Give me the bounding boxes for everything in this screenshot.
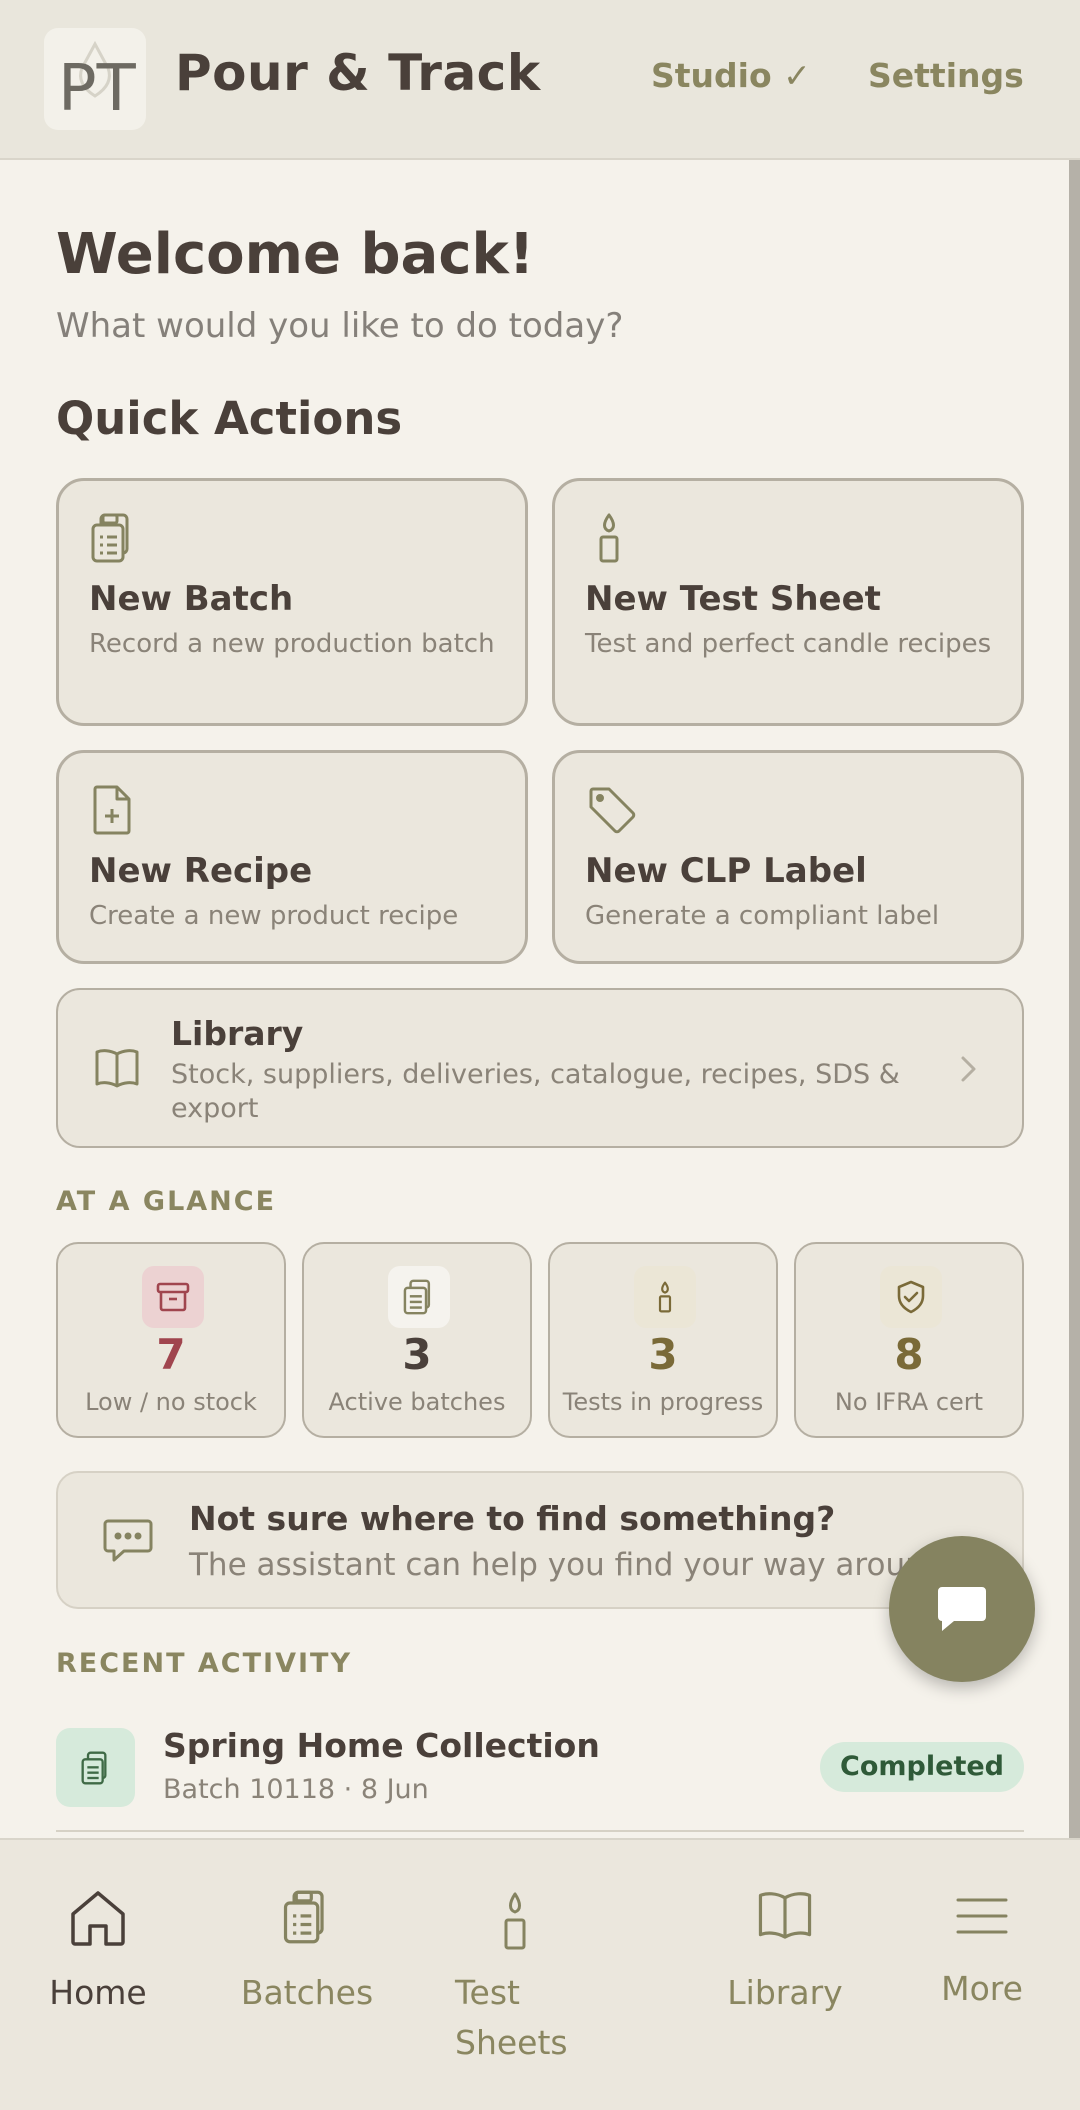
- card-desc: Generate a compliant label: [585, 901, 940, 931]
- app-title: Pour & Track: [175, 44, 541, 102]
- stat-value: 7: [156, 1330, 186, 1379]
- card-title: New CLP Label: [585, 851, 867, 891]
- chat-icon: [938, 1587, 986, 1631]
- studio-link[interactable]: Studio ✓: [651, 56, 811, 95]
- library-title: Library: [171, 1014, 304, 1053]
- library-desc: Stock, suppliers, deliveries, catalogue,…: [171, 1059, 900, 1124]
- chat-bubble-icon: [102, 1517, 154, 1569]
- file-plus-icon: [89, 783, 137, 841]
- stat-value: 3: [402, 1330, 432, 1379]
- app-logo[interactable]: PT: [44, 28, 146, 130]
- list-item[interactable]: Spring Home Collection Batch 10118 · 8 J…: [56, 1724, 1024, 1832]
- clipboard-icon: [56, 1728, 135, 1807]
- help-title: Not sure where to find something?: [189, 1499, 836, 1538]
- nav-test-sheets[interactable]: Test Sheets: [455, 1840, 575, 2110]
- nav-label: Library: [727, 1973, 843, 2012]
- card-desc: Record a new production batch: [89, 629, 495, 659]
- stat-label: No IFRA cert: [834, 1388, 984, 1416]
- assistant-chat-button[interactable]: [889, 1536, 1035, 1682]
- stat-label: Low / no stock: [85, 1388, 257, 1416]
- new-clp-label-card[interactable]: New CLP Label Generate a compliant label: [552, 750, 1024, 964]
- stat-value: 8: [894, 1330, 924, 1379]
- settings-link[interactable]: Settings: [868, 56, 1024, 95]
- welcome-title: Welcome back!: [56, 222, 535, 287]
- chevron-right-icon: [958, 1054, 978, 1088]
- activity-meta: Batch 10118 · 8 Jun: [163, 1774, 429, 1805]
- status-badge: Completed: [820, 1742, 1024, 1792]
- home-icon: [67, 1888, 129, 1952]
- welcome-subtitle: What would you like to do today?: [56, 306, 624, 346]
- new-recipe-card[interactable]: New Recipe Create a new product recipe: [56, 750, 528, 964]
- nav-label: Test Sheets: [455, 1973, 568, 2062]
- svg-text:PT: PT: [58, 52, 137, 122]
- nav-label: More: [941, 1969, 1023, 2008]
- app-header: PT Pour & Track Studio ✓ Settings: [0, 0, 1080, 160]
- bottom-nav: Home Batches Test Sheets Library More: [0, 1838, 1080, 2110]
- shield-check-icon: [880, 1266, 942, 1328]
- library-card[interactable]: Library Stock, suppliers, deliveries, ca…: [56, 988, 1024, 1148]
- clipboard-icon: [281, 1888, 333, 1950]
- candle-icon: [495, 1890, 535, 1956]
- quick-actions-title: Quick Actions: [56, 392, 403, 445]
- card-desc: Test and perfect candle recipes: [585, 629, 992, 659]
- card-desc: Create a new product recipe: [89, 901, 459, 931]
- stat-tests-in-progress[interactable]: 3 Tests in progress: [548, 1242, 778, 1438]
- candle-icon: [634, 1266, 696, 1328]
- book-icon: [756, 1888, 814, 1946]
- logo-mark: PT: [58, 40, 137, 122]
- at-a-glance-title: AT A GLANCE: [56, 1186, 277, 1217]
- stat-label: Tests in progress: [562, 1388, 764, 1416]
- nav-batches[interactable]: Batches: [222, 1840, 392, 2110]
- card-title: New Batch: [89, 579, 294, 619]
- new-batch-card[interactable]: New Batch Record a new production batch: [56, 478, 528, 726]
- card-title: New Test Sheet: [585, 579, 881, 619]
- clipboard-icon: [89, 511, 137, 569]
- clipboard-icon: [388, 1266, 450, 1328]
- candle-icon: [585, 511, 633, 569]
- assistant-help-card[interactable]: Not sure where to find something? The as…: [56, 1471, 1024, 1609]
- nav-library[interactable]: Library: [705, 1840, 865, 2110]
- card-title: New Recipe: [89, 851, 313, 891]
- nav-more[interactable]: More: [912, 1840, 1052, 2110]
- recent-activity-title: RECENT ACTIVITY: [56, 1648, 352, 1679]
- stat-low-stock[interactable]: 7 Low / no stock: [56, 1242, 286, 1438]
- stat-label: Active batches: [328, 1388, 506, 1416]
- help-desc: The assistant can help you find your way…: [189, 1547, 955, 1583]
- menu-icon: [955, 1896, 1009, 1940]
- activity-title: Spring Home Collection: [163, 1726, 600, 1765]
- stat-value: 3: [648, 1330, 678, 1379]
- nav-label: Batches: [240, 1973, 374, 2012]
- nav-label: Home: [49, 1973, 147, 2012]
- book-icon: [94, 1046, 140, 1094]
- scrollbar[interactable]: [1069, 160, 1080, 1838]
- stat-no-ifra-cert[interactable]: 8 No IFRA cert: [794, 1242, 1024, 1438]
- stat-active-batches[interactable]: 3 Active batches: [302, 1242, 532, 1438]
- tag-icon: [585, 783, 639, 841]
- nav-home[interactable]: Home: [20, 1840, 176, 2110]
- new-test-sheet-card[interactable]: New Test Sheet Test and perfect candle r…: [552, 478, 1024, 726]
- archive-icon: [142, 1266, 204, 1328]
